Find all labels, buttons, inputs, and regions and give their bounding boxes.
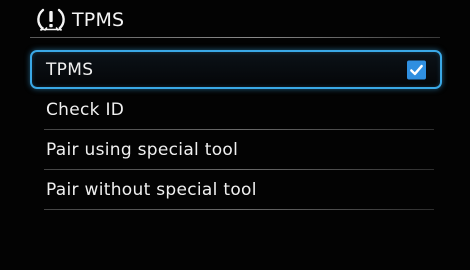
menu-item-label: Check ID [46, 99, 125, 120]
tpms-warning-icon [37, 8, 65, 31]
menu-item-pair-with-tool[interactable]: Pair using special tool [30, 130, 442, 170]
tpms-checkbox[interactable] [407, 60, 426, 79]
checkmark-icon [410, 64, 423, 75]
header-divider [30, 37, 440, 38]
menu-item-label: Pair using special tool [46, 139, 239, 160]
menu-divider [44, 209, 434, 210]
menu-item-check-id[interactable]: Check ID [30, 90, 442, 130]
menu-item-tpms[interactable]: TPMS [30, 50, 442, 89]
menu-item-label: Pair without special tool [46, 179, 257, 200]
tpms-menu: TPMS Check ID Pair using special tool Pa… [30, 50, 442, 210]
menu-item-label: TPMS [46, 59, 94, 80]
tpms-screen: TPMS TPMS Check ID Pair using special to… [0, 0, 470, 270]
header: TPMS [34, 6, 124, 34]
page-title: TPMS [72, 9, 125, 31]
menu-item-pair-without-tool[interactable]: Pair without special tool [30, 170, 442, 210]
